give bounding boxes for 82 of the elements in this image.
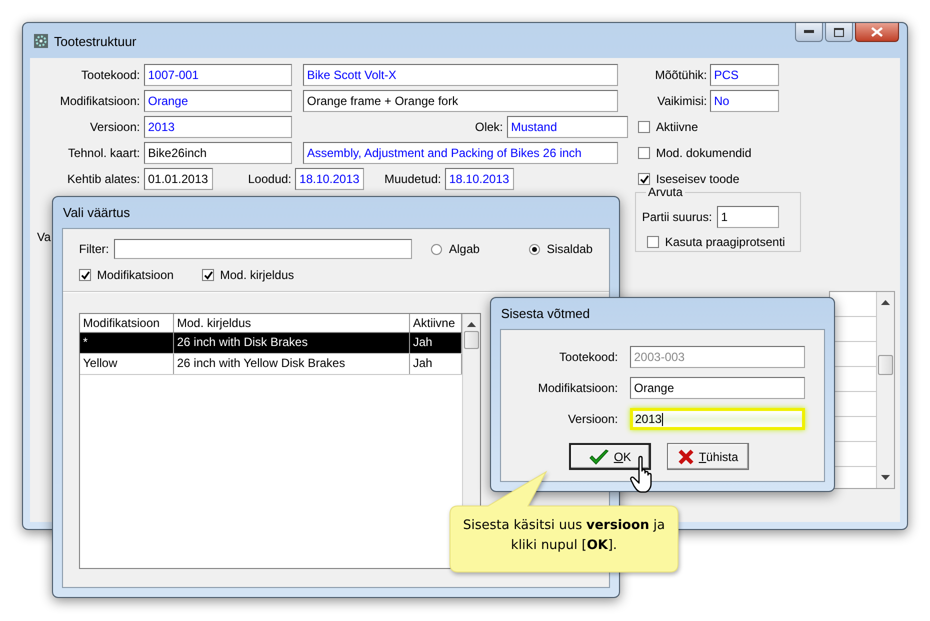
field-label: Vaikimisi: <box>656 94 708 108</box>
field-label: Partii suurus: <box>642 210 712 224</box>
date-field[interactable]: 01.01.2013 <box>144 168 213 190</box>
field-label: Kehtib alates: <box>66 172 141 186</box>
column-header[interactable]: Aktiivne <box>410 314 462 332</box>
gear-icon <box>33 33 49 49</box>
checkbox-label: Mod. dokumendid <box>656 146 752 160</box>
radio-label: Sisaldab <box>546 242 593 256</box>
radio-label: Algab <box>449 242 480 256</box>
column-header[interactable]: Modifikatsioon <box>80 314 174 332</box>
table-cell: 26 inch with Yellow Disk Brakes <box>174 354 410 374</box>
description-field[interactable]: Assembly, Adjustment and Packing of Bikes 26 inch <box>303 142 618 164</box>
checkbox-label: Modifikatsioon <box>97 268 174 282</box>
text-field[interactable]: 2013 <box>144 116 292 138</box>
date-field[interactable]: 18.10.2013 <box>295 168 364 190</box>
field-label: Versioon: <box>88 120 141 134</box>
table-cell: Jah <box>410 333 462 353</box>
text-field[interactable]: Bike26inch <box>144 142 292 164</box>
checkbox[interactable] <box>638 173 650 185</box>
date-field[interactable]: 18.10.2013 <box>445 168 514 190</box>
scroll-up-icon[interactable] <box>467 322 476 327</box>
field-label: Tootekood: <box>558 350 619 364</box>
description-field[interactable]: Orange frame + Orange fork <box>303 90 618 112</box>
cross-icon <box>678 448 694 464</box>
field-label: Modifikatsioon: <box>536 381 619 395</box>
checkmark-icon <box>588 448 609 464</box>
field-label: Loodud: <box>248 172 292 186</box>
text-field[interactable]: 1007-001 <box>144 64 292 86</box>
text-field[interactable]: 1 <box>717 206 780 228</box>
radio-button[interactable] <box>431 244 442 254</box>
checkbox-label: Aktiivne <box>656 120 698 134</box>
field-label: Mõõtühik: <box>654 68 708 82</box>
checkbox-label: Mod. kirjeldus <box>220 268 294 282</box>
field-label: Filter: <box>79 242 109 256</box>
field-label: Modifikatsioon: <box>58 94 141 108</box>
table-row[interactable]: * 26 inch with Disk Brakes Jah <box>80 333 462 354</box>
scrollbar[interactable] <box>877 292 894 488</box>
text-field[interactable]: Orange <box>144 90 292 112</box>
checkbox-label: Iseseisev toode <box>656 172 740 186</box>
maximize-button[interactable] <box>825 23 853 42</box>
close-icon <box>871 27 883 37</box>
checkbox[interactable] <box>647 236 659 248</box>
checkbox-label: Kasuta praagiprotsenti <box>665 234 786 248</box>
field-label: Va <box>37 230 51 244</box>
table-cell: Jah <box>410 354 462 374</box>
group-title: Arvuta <box>646 185 685 199</box>
table-cell: Yellow <box>80 354 174 374</box>
text-field[interactable]: No <box>710 90 779 112</box>
description-field[interactable]: Bike Scott Volt-X <box>303 64 618 86</box>
dialog-title: Sisesta võtmed <box>501 306 590 321</box>
checkbox[interactable] <box>638 147 650 159</box>
field-label: Muudetud: <box>384 172 442 186</box>
ok-button[interactable]: OK <box>569 443 651 470</box>
callout-text: Sisesta käsitsi uus versioon ja kliki nupul [OK]. <box>462 517 666 555</box>
field-label: Olek: <box>474 120 503 134</box>
cancel-button[interactable]: Tühista <box>667 443 749 470</box>
field-label: Tootekood: <box>80 68 141 82</box>
scroll-up-icon[interactable] <box>881 300 890 305</box>
minimize-icon <box>804 30 814 34</box>
column-header[interactable]: Mod. kirjeldus <box>174 314 410 332</box>
maximize-icon <box>834 28 844 36</box>
radio-button[interactable] <box>528 244 540 254</box>
scroll-thumb[interactable] <box>878 355 893 375</box>
table-cell: 26 inch with Disk Brakes <box>174 333 410 353</box>
scroll-down-icon[interactable] <box>881 475 890 480</box>
checkbox[interactable] <box>202 269 214 281</box>
text-field[interactable]: Mustand <box>507 116 628 138</box>
field-label: Tehnol. kaart: <box>66 146 141 160</box>
checkbox[interactable] <box>79 269 91 281</box>
filter-field[interactable] <box>114 239 412 259</box>
minimize-button[interactable] <box>795 23 823 42</box>
field-label: Versioon: <box>566 412 619 426</box>
checkbox[interactable] <box>638 121 650 133</box>
text-field[interactable]: PCS <box>710 64 779 86</box>
window-title: Tootestruktuur <box>54 34 136 48</box>
scroll-thumb[interactable] <box>464 331 479 349</box>
table-row[interactable]: Yellow 26 inch with Yellow Disk Brakes Jah <box>80 354 462 375</box>
text-field[interactable]: 2013 <box>630 408 805 430</box>
table-cell: * <box>80 333 174 353</box>
text-field[interactable]: Orange <box>630 377 805 399</box>
dialog-title: Vali väärtus <box>63 205 130 220</box>
close-button[interactable] <box>855 23 899 42</box>
